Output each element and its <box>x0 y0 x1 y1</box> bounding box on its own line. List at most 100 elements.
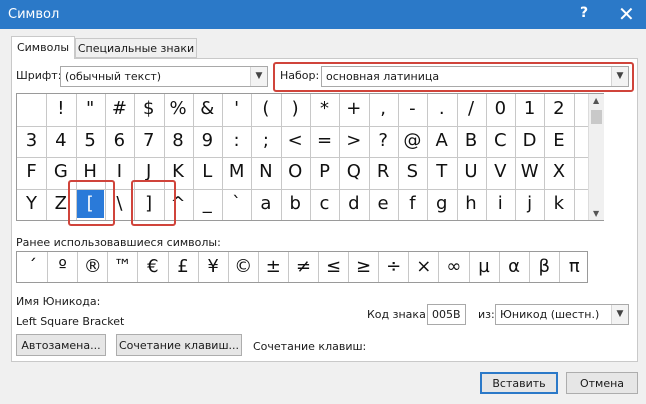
symbol-cell[interactable]: 6 <box>106 127 133 155</box>
symbol-cell[interactable]: ? <box>370 127 397 155</box>
recent-symbol[interactable]: © <box>228 252 259 282</box>
symbol-cell[interactable]: 9 <box>194 127 221 155</box>
symbol-cell[interactable]: . <box>428 95 455 123</box>
symbol-cell[interactable]: T <box>428 158 455 186</box>
symbol-cell[interactable]: 2 <box>545 95 572 123</box>
symbol-cell[interactable]: U <box>458 158 485 186</box>
symbol-cell[interactable]: B <box>458 127 485 155</box>
symbol-cell[interactable]: h <box>458 190 485 218</box>
recent-symbol[interactable]: ≥ <box>348 252 379 282</box>
symbol-cell[interactable]: $ <box>135 95 162 123</box>
symbol-cell[interactable]: Y <box>18 190 45 218</box>
symbol-cell[interactable]: c <box>311 190 338 218</box>
symbol-cell[interactable]: _ <box>194 190 221 218</box>
symbol-cell[interactable]: ' <box>223 95 250 123</box>
symbol-cell[interactable]: X <box>545 158 572 186</box>
shortcut-key-button[interactable]: Сочетание клавиш... <box>116 334 242 356</box>
symbol-cell[interactable]: ( <box>252 95 279 123</box>
symbol-cell[interactable]: @ <box>399 127 426 155</box>
recent-symbol[interactable]: º <box>47 252 78 282</box>
symbol-cell[interactable]: F <box>18 158 45 186</box>
chevron-down-icon[interactable]: ▼ <box>250 67 267 86</box>
symbol-cell[interactable]: 7 <box>135 127 162 155</box>
recent-symbol[interactable]: ÷ <box>378 252 409 282</box>
symbol-cell[interactable]: L <box>194 158 221 186</box>
symbol-cell[interactable]: > <box>340 127 367 155</box>
recent-symbol[interactable]: ≤ <box>318 252 349 282</box>
symbol-cell[interactable]: - <box>399 95 426 123</box>
symbol-cell[interactable]: j <box>516 190 543 218</box>
tab-special-characters[interactable]: Специальные знаки <box>75 38 197 58</box>
symbol-cell[interactable]: R <box>370 158 397 186</box>
symbol-cell[interactable]: % <box>165 95 192 123</box>
recent-symbol[interactable]: π <box>559 252 590 282</box>
symbol-cell[interactable]: ` <box>223 190 250 218</box>
symbol-cell[interactable]: Q <box>340 158 367 186</box>
symbol-cell[interactable]: A <box>428 127 455 155</box>
symbol-cell[interactable]: E <box>545 127 572 155</box>
symbol-cell[interactable]: P <box>311 158 338 186</box>
recent-symbol[interactable]: ¥ <box>198 252 229 282</box>
symbol-cell[interactable]: i <box>487 190 514 218</box>
symbol-cell[interactable]: * <box>311 95 338 123</box>
recent-symbol[interactable]: µ <box>469 252 500 282</box>
symbol-cell[interactable]: f <box>399 190 426 218</box>
symbol-cell[interactable]: N <box>252 158 279 186</box>
recent-symbol[interactable]: £ <box>168 252 199 282</box>
symbol-cell[interactable]: ; <box>252 127 279 155</box>
recent-symbol[interactable]: β <box>529 252 560 282</box>
help-icon[interactable]: ? <box>580 5 588 21</box>
symbol-cell[interactable]: / <box>458 95 485 123</box>
symbol-cell[interactable]: + <box>340 95 367 123</box>
symbol-cell[interactable]: 8 <box>165 127 192 155</box>
symbol-cell[interactable]: 1 <box>516 95 543 123</box>
symbol-cell[interactable]: 3 <box>18 127 45 155</box>
symbol-cell[interactable]: = <box>311 127 338 155</box>
scroll-thumb[interactable] <box>591 110 602 124</box>
symbol-cell[interactable]: M <box>223 158 250 186</box>
symbol-cell[interactable]: 5 <box>77 127 104 155</box>
recent-symbol[interactable]: € <box>137 252 168 282</box>
symbol-cell[interactable]: C <box>487 127 514 155</box>
char-code-input[interactable]: 005B <box>427 304 466 325</box>
insert-button[interactable]: Вставить <box>480 372 558 394</box>
recent-symbol[interactable]: ± <box>258 252 289 282</box>
symbol-cell[interactable]: S <box>399 158 426 186</box>
symbol-cell[interactable]: 4 <box>47 127 74 155</box>
symbol-cell[interactable]: 0 <box>487 95 514 123</box>
symbol-cell[interactable]: a <box>252 190 279 218</box>
symbol-cell[interactable]: W <box>516 158 543 186</box>
recent-symbol[interactable]: α <box>499 252 530 282</box>
recent-symbol[interactable]: ≠ <box>288 252 319 282</box>
symbol-cell[interactable]: & <box>194 95 221 123</box>
recent-symbol[interactable]: × <box>408 252 439 282</box>
autocorrect-button[interactable]: Автозамена... <box>16 334 106 356</box>
symbol-cell[interactable]: k <box>545 190 572 218</box>
symbol-cell[interactable]: b <box>282 190 309 218</box>
from-select[interactable]: Юникод (шестн.) ▼ <box>495 304 629 325</box>
symbol-cell[interactable]: ) <box>282 95 309 123</box>
symbol-cell[interactable]: ! <box>47 95 74 123</box>
recent-symbol[interactable]: ∞ <box>438 252 469 282</box>
font-select[interactable]: (обычный текст) ▼ <box>60 66 268 87</box>
recent-symbol[interactable]: ´ <box>17 252 48 282</box>
chevron-down-icon[interactable]: ▼ <box>611 305 628 324</box>
scroll-down-icon[interactable]: ▼ <box>593 209 599 218</box>
symbol-cell[interactable]: < <box>282 127 309 155</box>
symbol-cell[interactable]: g <box>428 190 455 218</box>
symbol-cell[interactable]: e <box>370 190 397 218</box>
recent-symbol[interactable]: ™ <box>107 252 138 282</box>
tab-symbols[interactable]: Символы <box>11 36 75 59</box>
cancel-button[interactable]: Отмена <box>566 372 638 394</box>
symbol-cell[interactable]: O <box>282 158 309 186</box>
symbol-cell[interactable]: # <box>106 95 133 123</box>
symbol-cell[interactable]: D <box>516 127 543 155</box>
symbol-cell[interactable]: , <box>370 95 397 123</box>
close-icon[interactable]: ✕ <box>618 2 635 26</box>
symbol-cell[interactable]: " <box>77 95 104 123</box>
symbol-cell[interactable]: : <box>223 127 250 155</box>
symbol-cell[interactable]: d <box>340 190 367 218</box>
recent-symbol[interactable]: ® <box>77 252 108 282</box>
grid-scrollbar[interactable]: ▲ ▼ <box>588 94 604 220</box>
symbol-cell[interactable] <box>18 95 45 123</box>
